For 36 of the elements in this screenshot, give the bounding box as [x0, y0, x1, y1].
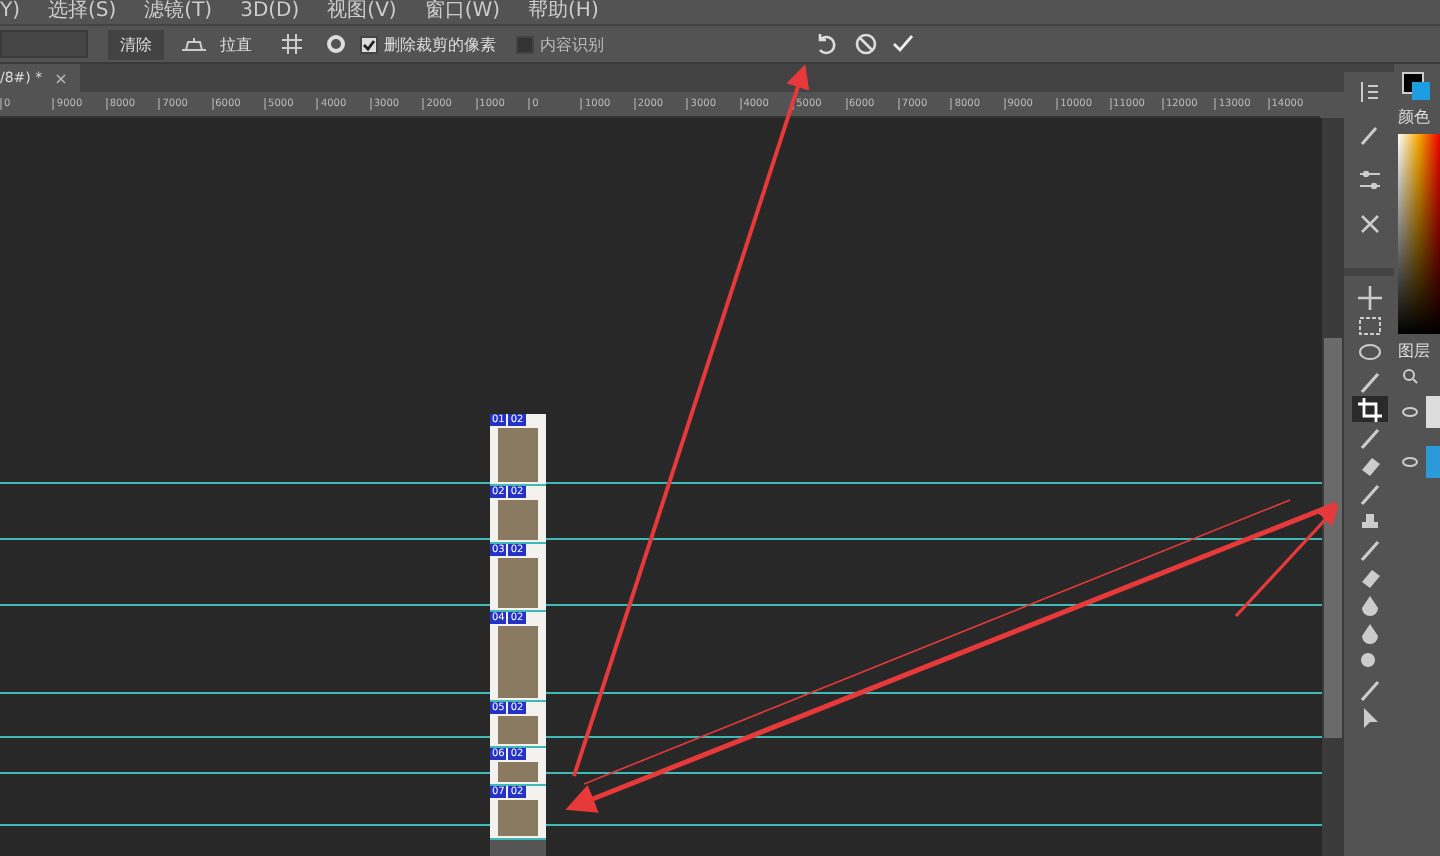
grid-icon[interactable]	[280, 32, 304, 56]
commit-checkmark-icon[interactable]	[890, 32, 914, 56]
checkmark-icon	[362, 37, 376, 51]
close-icon[interactable]: ×	[54, 69, 68, 87]
search-icon[interactable]	[1402, 368, 1418, 384]
menu-item[interactable]: Y)	[0, 0, 21, 24]
scrollbar[interactable]	[1322, 118, 1344, 856]
photo-placeholder	[498, 762, 538, 782]
straighten-label[interactable]: 拉直	[220, 33, 252, 55]
menu-item[interactable]: 选择(S)	[48, 0, 117, 24]
layers-tab[interactable]: 图层	[1394, 340, 1440, 362]
eye-icon[interactable]	[1402, 406, 1417, 418]
sliders-icon[interactable]	[1357, 168, 1381, 192]
input-field[interactable]	[0, 30, 88, 58]
menu-item[interactable]: 滤镜(T)	[144, 0, 213, 24]
photo-placeholder	[498, 716, 538, 744]
photo-placeholder	[498, 626, 538, 698]
menu-item[interactable]: 视图(V)	[327, 0, 397, 24]
clear-button[interactable]: 清除	[108, 29, 164, 59]
photo-placeholder	[498, 558, 538, 608]
menu-item[interactable]: 3D(D)	[240, 0, 300, 24]
reset-icon[interactable]	[814, 32, 838, 56]
layer-thumbnail[interactable]	[1425, 446, 1440, 478]
photo-placeholder	[498, 428, 538, 482]
photo-placeholder	[498, 500, 538, 540]
eye-icon[interactable]	[1402, 456, 1417, 468]
layer-thumbnail[interactable]	[1425, 396, 1440, 428]
color-swatches-icon[interactable]	[1402, 72, 1430, 100]
color-spectrum[interactable]	[1398, 134, 1440, 334]
cancel-icon[interactable]	[854, 32, 878, 56]
crop-tool-icon[interactable]	[1351, 396, 1387, 422]
photo-placeholder	[498, 800, 538, 836]
content-aware-checkbox[interactable]: 内容识别	[516, 33, 604, 55]
delete-cropped-pixels-checkbox[interactable]: 删除裁剪的像素	[360, 33, 496, 55]
menu-item[interactable]: 帮助(H)	[528, 0, 599, 24]
color-tab[interactable]: 颜色	[1394, 106, 1440, 128]
